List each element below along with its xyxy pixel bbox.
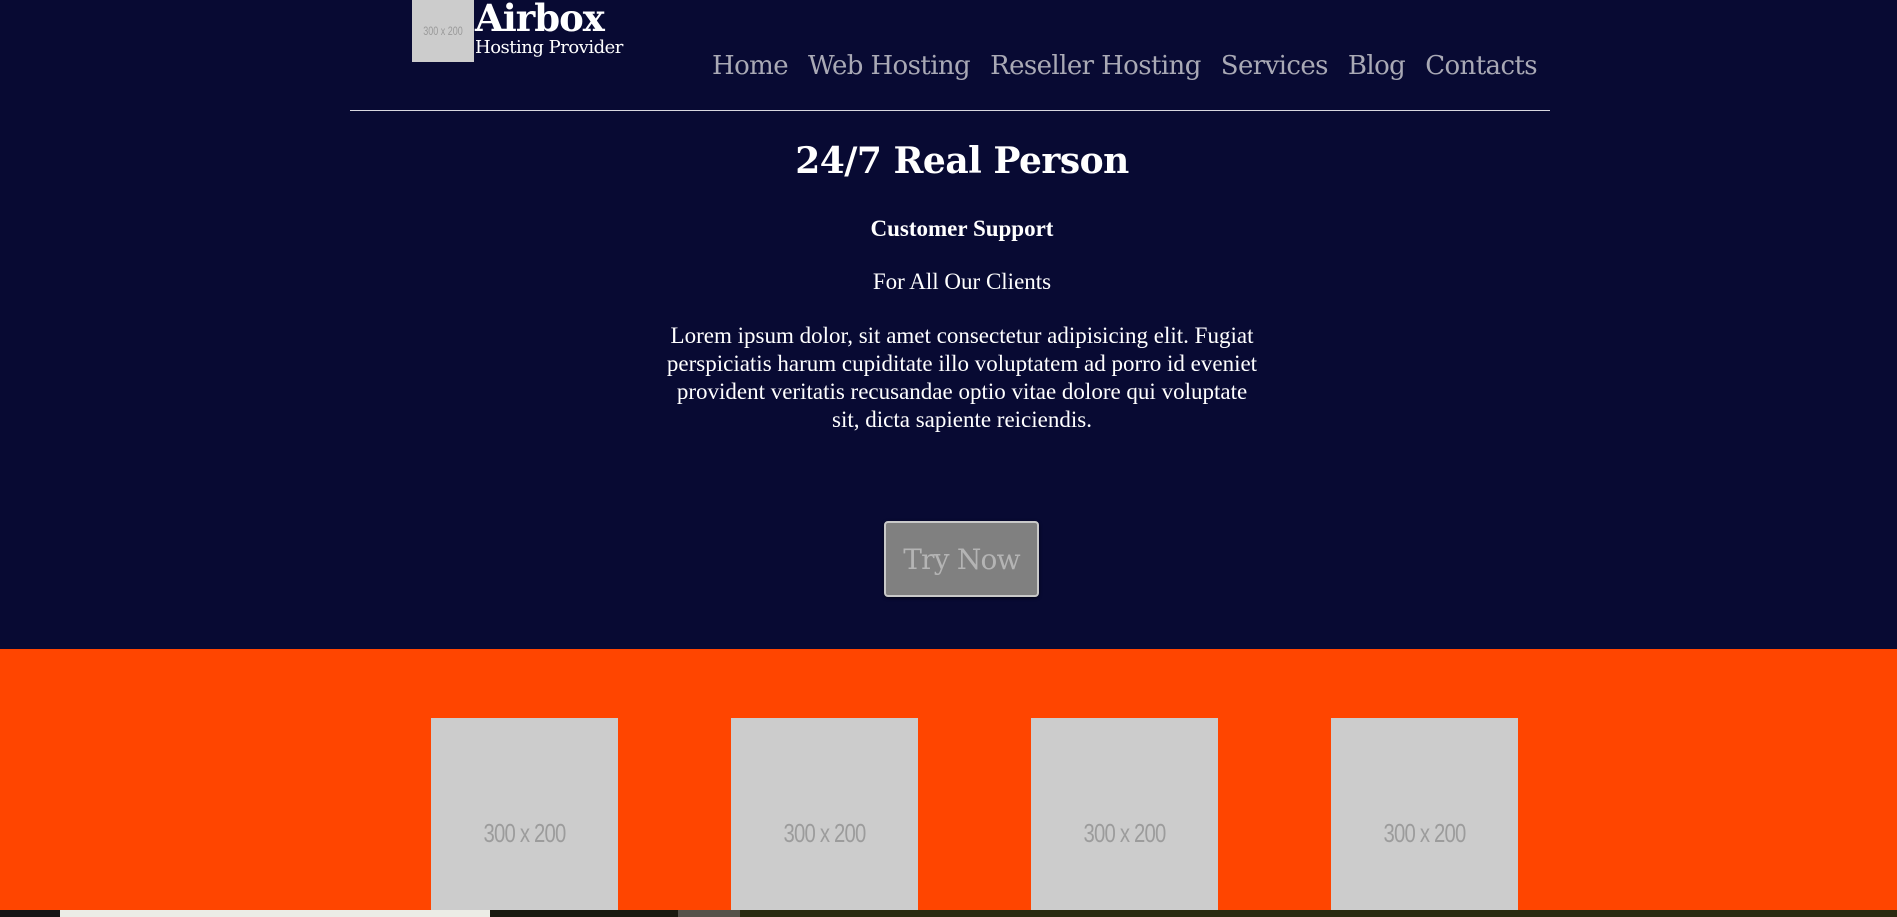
strip-segment [60,910,490,917]
nav-item-contacts[interactable]: Contacts [1425,51,1537,82]
strip-segment [740,910,1897,917]
feature-thumbnail: 300 x 200 [431,718,618,910]
strip-segment [678,910,740,917]
feature-thumbnail: 300 x 200 [1331,718,1518,910]
thumbnail-placeholder-text: 300 x 200 [483,818,566,848]
thumbnail-placeholder-text: 300 x 200 [1083,818,1166,848]
feature-thumbnail: 300 x 200 [731,718,918,910]
brand-tagline: Hosting Provider [475,37,623,58]
logo-placeholder-text: 300 x 200 [423,24,463,38]
nav-item-reseller-hosting[interactable]: Reseller Hosting [990,51,1201,82]
strip-segment [490,910,678,917]
hero-tagline: For All Our Clients [872,269,1052,294]
hero-subtitle: Customer Support [870,216,1054,241]
nav-item-services[interactable]: Services [1221,51,1329,82]
feature-thumbnail: 300 x 200 [1031,718,1218,910]
strip-segment [0,910,60,917]
thumbnail-placeholder-text: 300 x 200 [1383,818,1466,848]
hero-body-text: Lorem ipsum dolor, sit amet consectetur … [666,323,1258,432]
header-divider [350,110,1550,111]
nav-item-blog[interactable]: Blog [1348,51,1406,82]
features-band: 300 x 200 300 x 200 300 x 200 300 x 200 [0,649,1897,910]
brand-name[interactable]: Airbox [475,0,605,40]
hero-title: 24/7 Real Person [795,140,1129,182]
next-section-edge [0,910,1897,917]
main-nav: Home Web Hosting Reseller Hosting Servic… [712,51,1538,82]
nav-item-web-hosting[interactable]: Web Hosting [808,51,971,82]
try-now-button[interactable]: Try Now [884,521,1039,597]
nav-item-home[interactable]: Home [712,51,789,82]
thumbnail-placeholder-text: 300 x 200 [783,818,866,848]
logo-image[interactable]: 300 x 200 [412,0,474,62]
